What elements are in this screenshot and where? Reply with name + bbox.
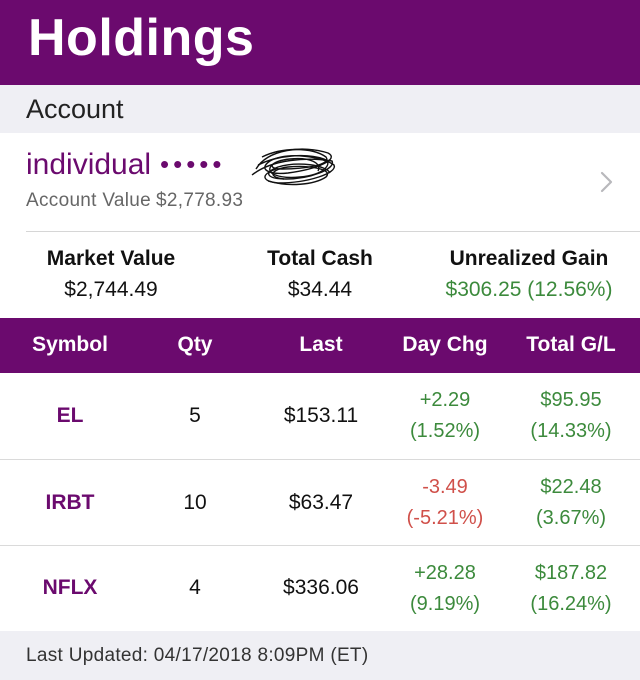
column-header-day-chg[interactable]: Day Chg (385, 333, 505, 357)
column-header-symbol[interactable]: Symbol (10, 333, 130, 357)
holding-row-el[interactable]: EL 5 $153.11 +2.29 (1.52%) $95.95 (14.33… (0, 373, 640, 459)
last-updated-bar: Last Updated: 04/17/2018 8:09PM (ET) (0, 631, 640, 680)
last-price: $336.06 (283, 576, 359, 599)
market-value-block: Market Value $2,744.49 (20, 247, 202, 302)
section-header-account: Account (0, 85, 640, 133)
holding-row-irbt[interactable]: IRBT 10 $63.47 -3.49 (-5.21%) $22.48 (3.… (0, 460, 640, 546)
account-name: individual (26, 148, 152, 181)
holding-row-nflx[interactable]: NFLX 4 $336.06 +28.28 (9.19%) $187.82 (1… (0, 546, 640, 632)
day-change-percent: (9.19%) (409, 593, 481, 615)
holdings-table-header: Symbol Qty Last Day Chg Total G/L (0, 318, 640, 373)
unrealized-gain-block: Unrealized Gain $306.25 (12.56%) (420, 247, 638, 302)
day-change: +28.28 (9.19%) (385, 558, 505, 620)
total-cash-block: Total Cash $34.44 (230, 247, 410, 302)
symbol: EL (56, 404, 84, 427)
total-gl-value: $187.82 (534, 562, 608, 584)
total-gl-percent: (14.33%) (530, 420, 612, 442)
last-updated-text: Last Updated: 04/17/2018 8:09PM (ET) (26, 645, 369, 666)
section-label: Account (26, 94, 124, 124)
day-change-percent: (1.52%) (409, 420, 481, 442)
quantity: 5 (189, 404, 201, 427)
unrealized-gain-label: Unrealized Gain (449, 247, 609, 270)
account-number-masked: ••••• (160, 149, 226, 179)
last-price: $153.11 (283, 404, 359, 427)
day-change: +2.29 (1.52%) (385, 385, 505, 447)
symbol: IRBT (45, 491, 95, 514)
account-value-label: Account Value (26, 190, 152, 211)
top-bar: Holdings (0, 0, 640, 85)
total-gain-loss: $22.48 (3.67%) (510, 472, 632, 534)
page-title: Holdings (28, 9, 255, 67)
last-price: $63.47 (288, 491, 354, 514)
total-gain-loss: $95.95 (14.33%) (510, 385, 632, 447)
unrealized-gain: $306.25 (12.56%) (445, 278, 613, 301)
total-gl-value: $22.48 (540, 476, 602, 498)
day-change-value: -3.49 (422, 476, 468, 498)
quantity: 10 (183, 491, 207, 514)
day-change-value: +28.28 (414, 562, 476, 584)
column-header-total-gl[interactable]: Total G/L (510, 333, 632, 357)
total-gl-percent: (16.24%) (530, 593, 612, 615)
day-change: -3.49 (-5.21%) (385, 472, 505, 534)
quantity: 4 (189, 576, 201, 599)
total-cash-label: Total Cash (267, 247, 373, 270)
day-change-percent: (-5.21%) (406, 507, 484, 529)
day-change-value: +2.29 (419, 389, 471, 411)
chevron-right-icon (600, 171, 613, 193)
account-value: $2,778.93 (156, 190, 244, 211)
market-value: $2,744.49 (64, 278, 158, 301)
total-gain-loss: $187.82 (16.24%) (510, 558, 632, 620)
column-header-last[interactable]: Last (262, 333, 380, 357)
redaction-scribble (251, 148, 335, 186)
total-cash: $34.44 (287, 278, 353, 301)
total-gl-value: $95.95 (540, 389, 602, 411)
account-value-line: Account Value $2,778.93 (26, 190, 243, 212)
account-selector[interactable]: individual ••••• Account Value $2,778.93 (0, 133, 640, 231)
account-summary: Market Value $2,744.49 Total Cash $34.44… (0, 232, 640, 318)
column-header-qty[interactable]: Qty (145, 333, 245, 357)
symbol: NFLX (42, 576, 98, 599)
total-gl-percent: (3.67%) (535, 507, 607, 529)
market-value-label: Market Value (46, 247, 176, 270)
